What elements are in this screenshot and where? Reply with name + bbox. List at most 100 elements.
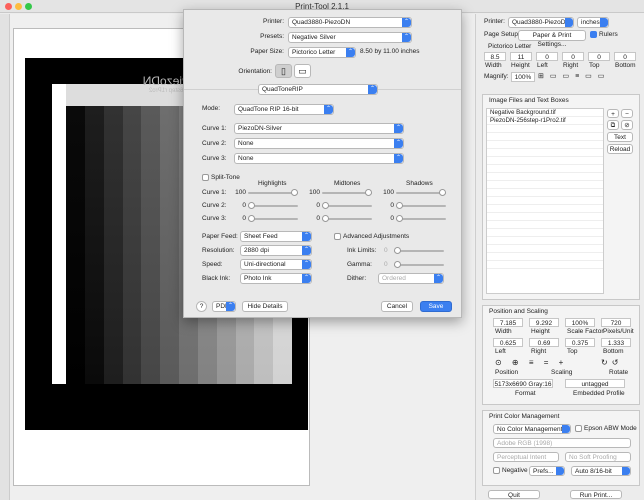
- list-item: [487, 221, 603, 229]
- dim-input-height[interactable]: 11: [510, 52, 532, 61]
- advanced-check-icon[interactable]: [334, 233, 341, 240]
- shadows-slider[interactable]: [396, 215, 446, 222]
- landscape-icon[interactable]: ▭: [294, 64, 311, 78]
- speed-select[interactable]: Uni-directional: [240, 259, 312, 270]
- hide-details-button[interactable]: Hide Details: [242, 301, 288, 312]
- negative-checkbox[interactable]: Negative: [493, 467, 528, 474]
- slider-knob[interactable]: [248, 215, 255, 222]
- highlights-slider[interactable]: [248, 189, 298, 196]
- profile-select[interactable]: Adobe RGB (1998): [493, 438, 631, 448]
- magnify-input[interactable]: 100%: [511, 72, 535, 82]
- negative-check-icon[interactable]: [493, 467, 500, 474]
- scaling-label: Scaling: [551, 369, 573, 376]
- slider-knob[interactable]: [396, 202, 403, 209]
- paper-size-select[interactable]: Pictorico Letter: [288, 47, 356, 58]
- paper-feed-select[interactable]: Sheet Feed: [240, 231, 312, 242]
- dim-input-left[interactable]: 0: [536, 52, 558, 61]
- slider-knob[interactable]: [365, 189, 372, 196]
- printer-label: Printer:: [484, 18, 505, 25]
- color-management-select[interactable]: No Color Management: [493, 424, 571, 434]
- position-input-label: Pixels/Unit: [603, 328, 634, 335]
- units-select[interactable]: inches: [577, 17, 609, 28]
- slider-knob[interactable]: [439, 189, 446, 196]
- rotate-icons[interactable]: ↻↺: [601, 358, 622, 367]
- save-button[interactable]: Save: [420, 301, 452, 312]
- highlights-slider[interactable]: [248, 215, 298, 222]
- file-item[interactable]: Negative Background.tif: [487, 109, 603, 117]
- slider-knob[interactable]: [291, 189, 298, 196]
- block-icon[interactable]: ⊘: [621, 120, 633, 130]
- remove-file-button[interactable]: −: [621, 109, 633, 118]
- curve1-select[interactable]: PiezoDN-Silver: [234, 123, 404, 134]
- portrait-icon[interactable]: ▯: [275, 64, 292, 78]
- dim-input-bottom[interactable]: 0: [614, 52, 636, 61]
- list-item: [487, 213, 603, 221]
- advanced-checkbox[interactable]: Advanced Adjustments: [334, 233, 409, 240]
- midtones-slider[interactable]: [322, 215, 372, 222]
- abw-check-icon[interactable]: [575, 425, 582, 432]
- split-tone-checkbox[interactable]: Split-Tone: [202, 174, 240, 181]
- position-input[interactable]: 720: [601, 318, 631, 327]
- rulers-checkbox[interactable]: Rulers: [590, 31, 618, 38]
- intent-select[interactable]: Perceptual Intent: [493, 452, 559, 462]
- mode-select[interactable]: QuadTone RIP 16-bit: [234, 104, 334, 115]
- black-ink-select[interactable]: Photo Ink: [240, 273, 312, 284]
- close-window-icon[interactable]: [5, 3, 12, 10]
- shadows-slider[interactable]: [396, 202, 446, 209]
- position-input[interactable]: 9.292: [529, 318, 559, 327]
- position-input[interactable]: 0.375: [565, 338, 595, 347]
- position-input[interactable]: 0.625: [493, 338, 523, 347]
- help-button[interactable]: ?: [196, 301, 207, 312]
- ink-limits-slider[interactable]: [394, 247, 444, 254]
- position-input-label: Left: [495, 348, 506, 355]
- reload-button[interactable]: Reload: [607, 144, 633, 154]
- midtones-slider[interactable]: [322, 189, 372, 196]
- printer-select[interactable]: Quad3880-PiezoDN: [508, 17, 574, 28]
- file-list[interactable]: Negative Background.tif PiezoDN-256step-…: [486, 108, 604, 294]
- advanced-label: Advanced Adjustments: [343, 233, 410, 241]
- position-input[interactable]: 0.69: [529, 338, 559, 347]
- presets-select[interactable]: Negative Silver: [288, 32, 412, 43]
- slider-knob[interactable]: [322, 202, 329, 209]
- paper-print-settings-button[interactable]: Paper & Print Settings...: [518, 30, 586, 48]
- copy-icon[interactable]: ⧉: [607, 120, 619, 130]
- shadows-slider[interactable]: [396, 189, 446, 196]
- abw-checkbox[interactable]: Epson ABW Mode: [575, 425, 637, 432]
- printer-select[interactable]: Quad3880-PiezoDN: [288, 17, 412, 28]
- quit-button[interactable]: Quit: [488, 490, 540, 499]
- text-button[interactable]: Text: [607, 132, 633, 142]
- curve3-label: Curve 3:: [202, 155, 227, 162]
- curve2-select[interactable]: None: [234, 138, 404, 149]
- position-input[interactable]: 100%: [565, 318, 595, 327]
- curve3-select[interactable]: None: [234, 153, 404, 164]
- dim-input-width[interactable]: 8.5: [484, 52, 506, 61]
- dim-input-right[interactable]: 0: [562, 52, 584, 61]
- highlights-slider[interactable]: [248, 202, 298, 209]
- slider-knob[interactable]: [322, 215, 329, 222]
- file-item[interactable]: PiezoDN-256step-r1Pro2.tif: [487, 117, 603, 125]
- section-select[interactable]: QuadToneRIP: [258, 84, 378, 95]
- resolution-select[interactable]: 2880 dpi: [240, 245, 312, 256]
- minimize-window-icon[interactable]: [15, 3, 22, 10]
- dither-select[interactable]: Ordered: [378, 273, 444, 284]
- softproof-select[interactable]: No Soft Proofing: [565, 452, 631, 462]
- gamma-slider[interactable]: [394, 261, 444, 268]
- dim-input-top[interactable]: 0: [588, 52, 610, 61]
- add-file-button[interactable]: +: [607, 109, 619, 118]
- rulers-check-icon[interactable]: [590, 31, 597, 38]
- slider-knob[interactable]: [396, 215, 403, 222]
- prefs-select[interactable]: Prefs...: [529, 466, 565, 476]
- position-input[interactable]: 7.185: [493, 318, 523, 327]
- position-input[interactable]: 1.333: [601, 338, 631, 347]
- zoom-window-icon[interactable]: [25, 3, 32, 10]
- run-print-button[interactable]: Run Print...: [570, 490, 622, 499]
- slider-knob[interactable]: [248, 202, 255, 209]
- bit-depth-select[interactable]: Auto 8/16-bit: [571, 466, 631, 476]
- list-item: [487, 125, 603, 133]
- pdf-menu-button[interactable]: PDF: [212, 301, 236, 312]
- midtones-slider[interactable]: [322, 202, 372, 209]
- view-fit-icons[interactable]: ⊞▭▭≡▭▭: [538, 72, 636, 82]
- split-tone-check-icon[interactable]: [202, 174, 209, 181]
- cancel-button[interactable]: Cancel: [381, 301, 413, 312]
- position-controls[interactable]: ⊙ ⊕ ≡ = +: [495, 358, 567, 367]
